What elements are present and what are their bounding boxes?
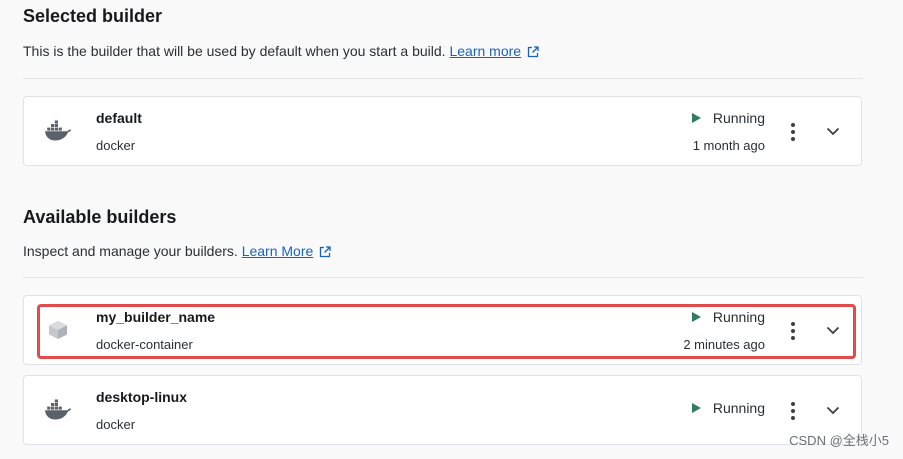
builder-name: desktop-linux bbox=[96, 389, 188, 405]
external-link-icon[interactable] bbox=[527, 45, 539, 61]
builder-status-label: Running bbox=[712, 400, 765, 416]
learn-more-link-label[interactable]: Learn more bbox=[449, 43, 521, 59]
chevron-down-icon[interactable] bbox=[825, 322, 841, 338]
learn-more-link-label[interactable]: Learn More bbox=[242, 243, 314, 259]
chevron-down-icon[interactable] bbox=[825, 402, 841, 418]
selected-builder-description-text: This is the builder that will be used by… bbox=[23, 43, 446, 59]
section-divider bbox=[23, 277, 863, 278]
play-icon bbox=[691, 312, 701, 322]
available-builders-description-text: Inspect and manage your builders. bbox=[23, 243, 238, 259]
builder-status-label: Running bbox=[712, 309, 765, 325]
learn-more-link[interactable]: Learn More bbox=[242, 243, 314, 259]
builder-name: my_builder_name bbox=[96, 309, 216, 325]
play-icon bbox=[691, 113, 701, 123]
watermark: CSDN @全栈小5 bbox=[789, 433, 889, 448]
more-options-icon[interactable] bbox=[785, 399, 801, 423]
docker-whale-icon bbox=[44, 119, 72, 143]
builder-name: default bbox=[96, 110, 142, 126]
play-icon bbox=[691, 403, 701, 413]
builder-driver: docker-container bbox=[96, 337, 193, 352]
selected-builder-description: This is the builder that will be used by… bbox=[23, 43, 539, 61]
builder-driver: docker bbox=[96, 417, 136, 432]
available-builders-description: Inspect and manage your builders. Learn … bbox=[23, 243, 331, 261]
available-builders-heading: Available builders bbox=[23, 207, 177, 227]
more-options-icon[interactable] bbox=[785, 120, 801, 144]
builder-status: Running bbox=[691, 110, 765, 126]
container-cube-icon bbox=[44, 318, 72, 342]
learn-more-link[interactable]: Learn more bbox=[449, 43, 521, 59]
builder-card-my-builder-name[interactable]: my_builder_name docker-container Running… bbox=[23, 295, 862, 365]
builder-status: Running bbox=[691, 400, 765, 416]
builder-last-used: 1 month ago bbox=[692, 138, 765, 153]
builder-status: Running bbox=[691, 309, 765, 325]
builder-card-desktop-linux[interactable]: desktop-linux docker Running bbox=[23, 375, 862, 445]
docker-whale-icon bbox=[44, 398, 72, 422]
builder-card-default[interactable]: default docker Running 1 month ago bbox=[23, 96, 862, 166]
builder-driver: docker bbox=[96, 138, 136, 153]
builder-status-label: Running bbox=[712, 110, 765, 126]
section-divider bbox=[23, 78, 863, 79]
external-link-icon[interactable] bbox=[319, 245, 331, 261]
selected-builder-heading: Selected builder bbox=[23, 6, 163, 26]
builders-page: Selected builder This is the builder tha… bbox=[0, 0, 903, 459]
chevron-down-icon[interactable] bbox=[825, 123, 841, 139]
builder-last-used: 2 minutes ago bbox=[683, 337, 765, 352]
more-options-icon[interactable] bbox=[785, 319, 801, 343]
